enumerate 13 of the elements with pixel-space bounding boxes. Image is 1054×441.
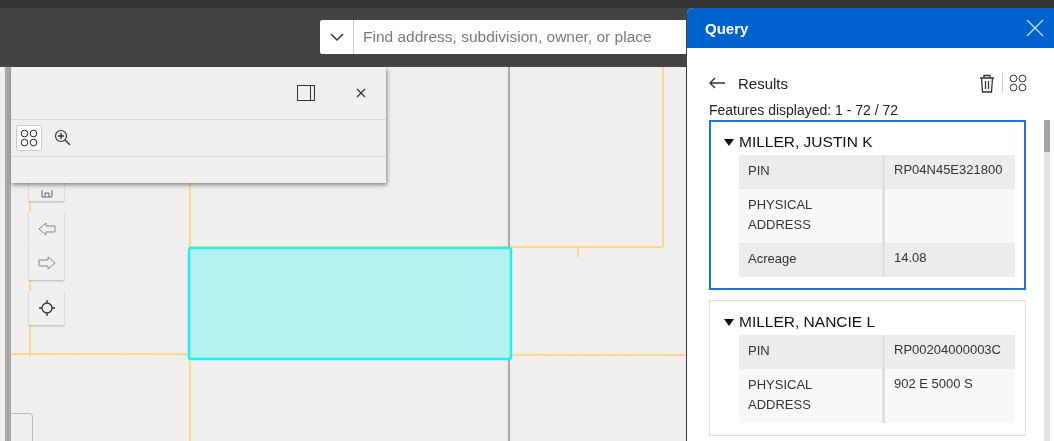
field-value: RP04N45E321800 — [893, 161, 1004, 179]
field-value: 902 E 5000 S — [893, 375, 974, 393]
owner-name: MILLER, NANCIE L — [739, 313, 876, 331]
field-value: RP00204000003C — [893, 341, 1002, 359]
field-label: PHYSICAL ADDRESS — [739, 369, 885, 423]
result-card[interactable]: MILLER, JUSTIN K PIN RP04N45E321800 PHYSICAL ADDRESS Acreage 14.08 — [709, 120, 1026, 290]
panel-title: Query — [705, 19, 749, 37]
field-value: 14.08 — [893, 249, 928, 267]
results-count: Features displayed: 1 - 72 / 72 — [709, 102, 900, 120]
section-title: Results — [738, 74, 789, 92]
field-label: Acreage — [739, 243, 885, 277]
owner-name: MILLER, JUSTIN K — [739, 133, 873, 151]
result-card[interactable]: MILLER, NANCIE L PIN RP00204000003C PHYSICAL ADDRESS 902 E 5000 S — [709, 300, 1026, 436]
